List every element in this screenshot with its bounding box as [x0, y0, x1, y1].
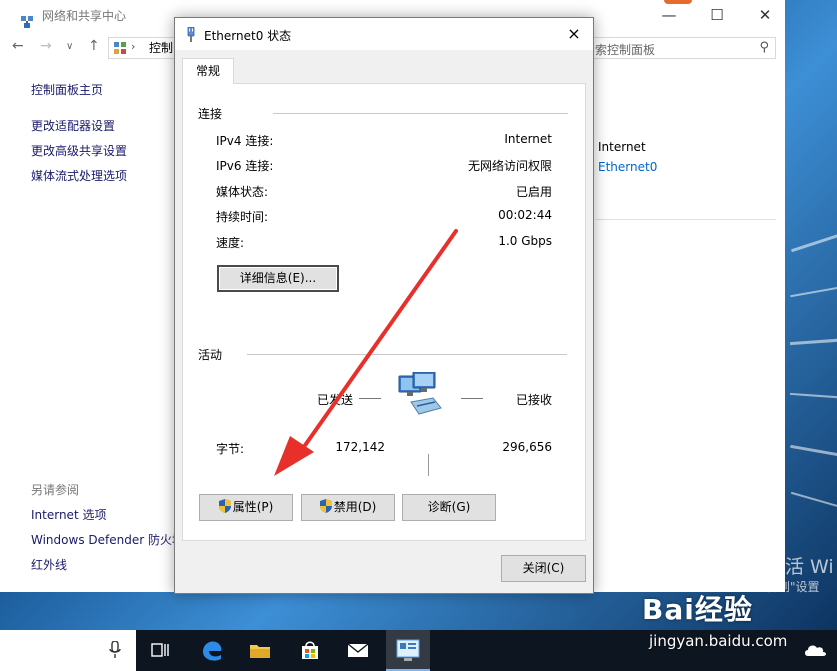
search-icon[interactable]: ⚲ [759, 40, 769, 55]
light-ray [791, 230, 837, 253]
bytes-sent-value: 172,142 [335, 440, 385, 454]
media-state-label: 媒体状态: [216, 185, 269, 199]
bytes-received-value: 296,656 [502, 440, 552, 454]
uac-shield-icon [218, 499, 231, 513]
sidebar-item-advanced-sharing[interactable]: 更改高级共享设置 [31, 142, 127, 159]
dialog-titlebar: Ethernet0 状态 × [175, 18, 593, 50]
see-also-internet-options[interactable]: Internet 选项 [31, 506, 106, 523]
light-ray [790, 444, 837, 459]
speed-label: 速度: [216, 236, 245, 250]
see-also-firewall[interactable]: Windows Defender 防火墙 [31, 531, 184, 548]
forward-arrow-icon[interactable]: → [40, 38, 52, 54]
baidu-jingyan-logo: Bai经验 [642, 593, 753, 626]
breadcrumb: 控制 [149, 41, 174, 55]
back-arrow-icon[interactable]: ← [12, 38, 24, 54]
task-view-icon[interactable] [146, 636, 174, 664]
ethernet-status-dialog: Ethernet0 状态 × 常规 连接 IPv4 连接: Internet I… [174, 17, 594, 594]
dialog-title: Ethernet0 状态 [204, 29, 292, 43]
file-explorer-icon[interactable] [246, 636, 274, 664]
mail-icon[interactable] [344, 636, 372, 664]
close-window-button[interactable]: ✕ [742, 0, 788, 30]
ethernet-plug-icon [187, 27, 195, 42]
taskbar-active-app[interactable] [386, 630, 430, 671]
window-title-text: 网络和共享中心 [42, 9, 127, 23]
properties-button-label: 属性(P) [232, 500, 274, 514]
activity-group-title: 活动 [198, 348, 223, 362]
disable-button-label: 禁用(D) [333, 500, 377, 514]
network-computers-icon [398, 372, 442, 415]
network-connection-link[interactable]: Ethernet0 [598, 160, 657, 174]
received-label: 已接收 [516, 393, 553, 407]
received-dash [461, 398, 483, 399]
diagnose-button[interactable]: 诊断(G) [402, 494, 496, 521]
duration-value: 00:02:44 [498, 208, 552, 222]
light-ray [790, 392, 837, 400]
sidebar-item-media-streaming[interactable]: 媒体流式处理选项 [31, 167, 127, 184]
group-separator [247, 354, 567, 355]
cloud-icon[interactable] [803, 636, 829, 664]
light-ray [790, 284, 837, 298]
chevron-down-icon[interactable]: ∨ [66, 41, 73, 52]
bytes-divider [428, 454, 429, 476]
tab-general[interactable]: 常规 [182, 58, 234, 84]
sidebar-item-adapter-settings[interactable]: 更改适配器设置 [31, 117, 115, 134]
dialog-close-icon[interactable]: × [559, 22, 589, 46]
store-icon[interactable] [296, 636, 324, 664]
uac-shield-icon [319, 499, 332, 513]
section-divider [596, 219, 776, 220]
control-panel-icon [114, 42, 126, 54]
light-ray [789, 337, 837, 346]
light-ray [790, 491, 837, 511]
details-button[interactable]: 详细信息(E)... [217, 265, 339, 292]
search-input[interactable]: 索控制面板 [595, 41, 655, 58]
breadcrumb-chevron-icon: › [131, 40, 136, 53]
bytes-label: 字节: [216, 442, 245, 456]
sent-dash [359, 398, 381, 399]
ipv6-value: 无网络访问权限 [467, 159, 552, 173]
search-box[interactable]: 索控制面板 ⚲ [588, 37, 776, 59]
close-button[interactable]: 关闭(C) [501, 555, 586, 582]
minimize-button[interactable]: — [646, 0, 692, 30]
ipv4-value: Internet [504, 132, 552, 146]
edge-browser-icon[interactable] [198, 636, 226, 664]
sent-label: 已发送 [317, 393, 354, 407]
ipv6-label: IPv6 连接: [216, 159, 274, 173]
disable-button[interactable]: 禁用(D) [301, 494, 395, 521]
speed-value: 1.0 Gbps [498, 234, 552, 248]
see-also-heading: 另请参阅 [31, 483, 80, 497]
taskbar-search-box[interactable] [0, 630, 136, 671]
duration-label: 持续时间: [216, 210, 269, 224]
baidu-jingyan-url: jingyan.baidu.com [649, 632, 788, 650]
maximize-button[interactable]: ☐ [694, 0, 740, 30]
properties-button[interactable]: 属性(P) [199, 494, 293, 521]
general-tab-panel: 连接 IPv4 连接: Internet IPv6 连接: 无网络访问权限 媒体… [182, 83, 586, 541]
ipv4-label: IPv4 连接: [216, 134, 274, 148]
network-icon [21, 16, 33, 28]
up-arrow-icon[interactable]: ↑ [88, 38, 100, 54]
see-also-infrared[interactable]: 红外线 [31, 556, 67, 573]
network-access-type: Internet [598, 140, 646, 154]
control-panel-icon [396, 639, 420, 661]
sidebar-item-home[interactable]: 控制面板主页 [31, 81, 103, 98]
group-separator [273, 113, 568, 114]
media-state-value: 已启用 [515, 185, 552, 199]
microphone-icon[interactable] [109, 641, 121, 659]
connection-group-title: 连接 [198, 107, 223, 121]
